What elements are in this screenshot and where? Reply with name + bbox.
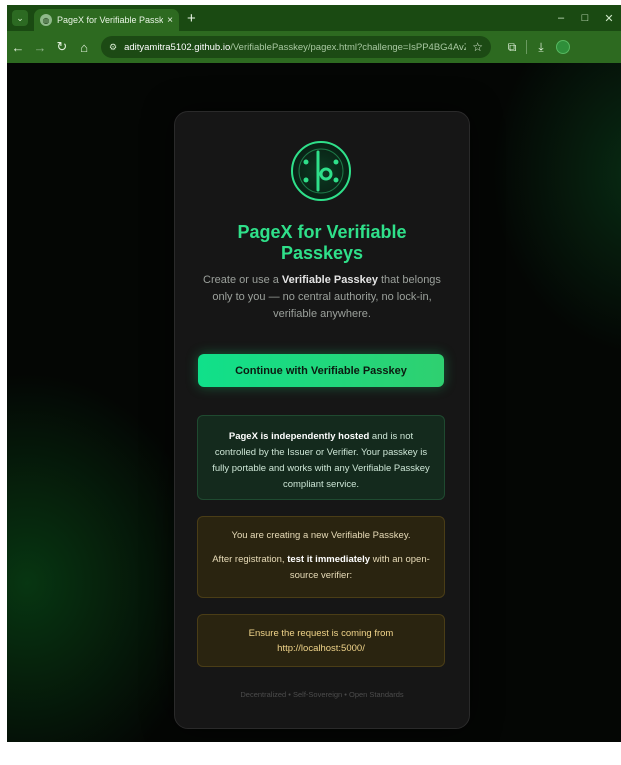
tab-title: PageX for Verifiable Passkeys: [57, 15, 164, 25]
notice-gap: [210, 544, 432, 552]
reload-icon[interactable]: ↻: [51, 39, 73, 55]
site-settings-icon[interactable]: ⚙: [109, 42, 117, 53]
page-title: PageX for Verifiable Passkeys: [175, 222, 469, 264]
notice-bold: test it immediately: [287, 554, 371, 565]
info-bold: PageX is independently hosted: [228, 431, 370, 442]
title-line-2: Passkeys: [280, 243, 364, 263]
url-host: adityamitra5102.github.io: [124, 41, 231, 53]
browser-window: ⌄ ◍ PageX for Verifiable Passkeys × + – …: [7, 5, 621, 742]
warning-line-1: Ensure the request is coming from: [248, 628, 394, 639]
url-path: /VerifiablePasskey/pagex.html?challenge=…: [230, 41, 466, 53]
star-icon[interactable]: ☆: [472, 40, 483, 54]
title-line-1: PageX for Verifiable: [237, 222, 407, 242]
download-icon[interactable]: ⤓: [530, 40, 552, 55]
window-controls: – □ ✕: [549, 5, 621, 31]
toolbar-separator: [526, 40, 527, 54]
extensions-icon[interactable]: ⧉: [501, 40, 523, 55]
hosting-info-box: PageX is independently hosted and is not…: [197, 415, 445, 500]
subtitle-bold: Verifiable Passkey: [281, 274, 378, 286]
login-card: PageX for Verifiable Passkeys Create or …: [174, 111, 470, 729]
footer-tagline: Decentralized • Self-Sovereign • Open St…: [240, 690, 404, 699]
toolbar-actions: ⧉ ⤓: [501, 40, 570, 55]
tab-search-chevron-icon[interactable]: ⌄: [12, 10, 28, 26]
close-window-icon[interactable]: ✕: [597, 12, 621, 25]
warning-origin: http://localhost:5000/: [277, 643, 365, 654]
new-tab-icon[interactable]: +: [187, 11, 196, 26]
tab-pagex[interactable]: ◍ PageX for Verifiable Passkeys ×: [34, 9, 179, 31]
tab-bar: ⌄ ◍ PageX for Verifiable Passkeys × + – …: [7, 5, 621, 31]
extension-badge-icon[interactable]: [556, 40, 570, 54]
forward-icon[interactable]: →: [29, 40, 51, 55]
maximize-icon[interactable]: □: [573, 12, 597, 24]
address-bar[interactable]: ⚙ adityamitra5102.github.io/VerifiablePa…: [101, 36, 491, 58]
notice-pre: After registration,: [212, 554, 288, 565]
registration-notice-box: You are creating a new Verifiable Passke…: [197, 516, 445, 598]
browser-toolbar: ← → ↻ ⌂ ⚙ adityamitra5102.github.io/Veri…: [7, 31, 621, 63]
origin-warning-box: Ensure the request is coming from http:/…: [197, 614, 445, 667]
home-icon[interactable]: ⌂: [73, 40, 95, 55]
url-text[interactable]: adityamitra5102.github.io/VerifiablePass…: [124, 42, 466, 53]
page-subtitle: Create or use a Verifiable Passkey that …: [197, 272, 447, 323]
subtitle-pre: Create or use a: [203, 274, 282, 286]
continue-passkey-button[interactable]: Continue with Verifiable Passkey: [198, 354, 444, 387]
back-icon[interactable]: ←: [7, 40, 29, 55]
page-viewport: PageX for Verifiable Passkeys Create or …: [7, 63, 621, 742]
circuit-key-logo-icon: [291, 141, 351, 201]
tab-close-icon[interactable]: ×: [167, 15, 173, 26]
minimize-icon[interactable]: –: [549, 12, 573, 24]
globe-icon: ◍: [40, 14, 52, 26]
notice-line-1: You are creating a new Verifiable Passke…: [231, 530, 411, 541]
